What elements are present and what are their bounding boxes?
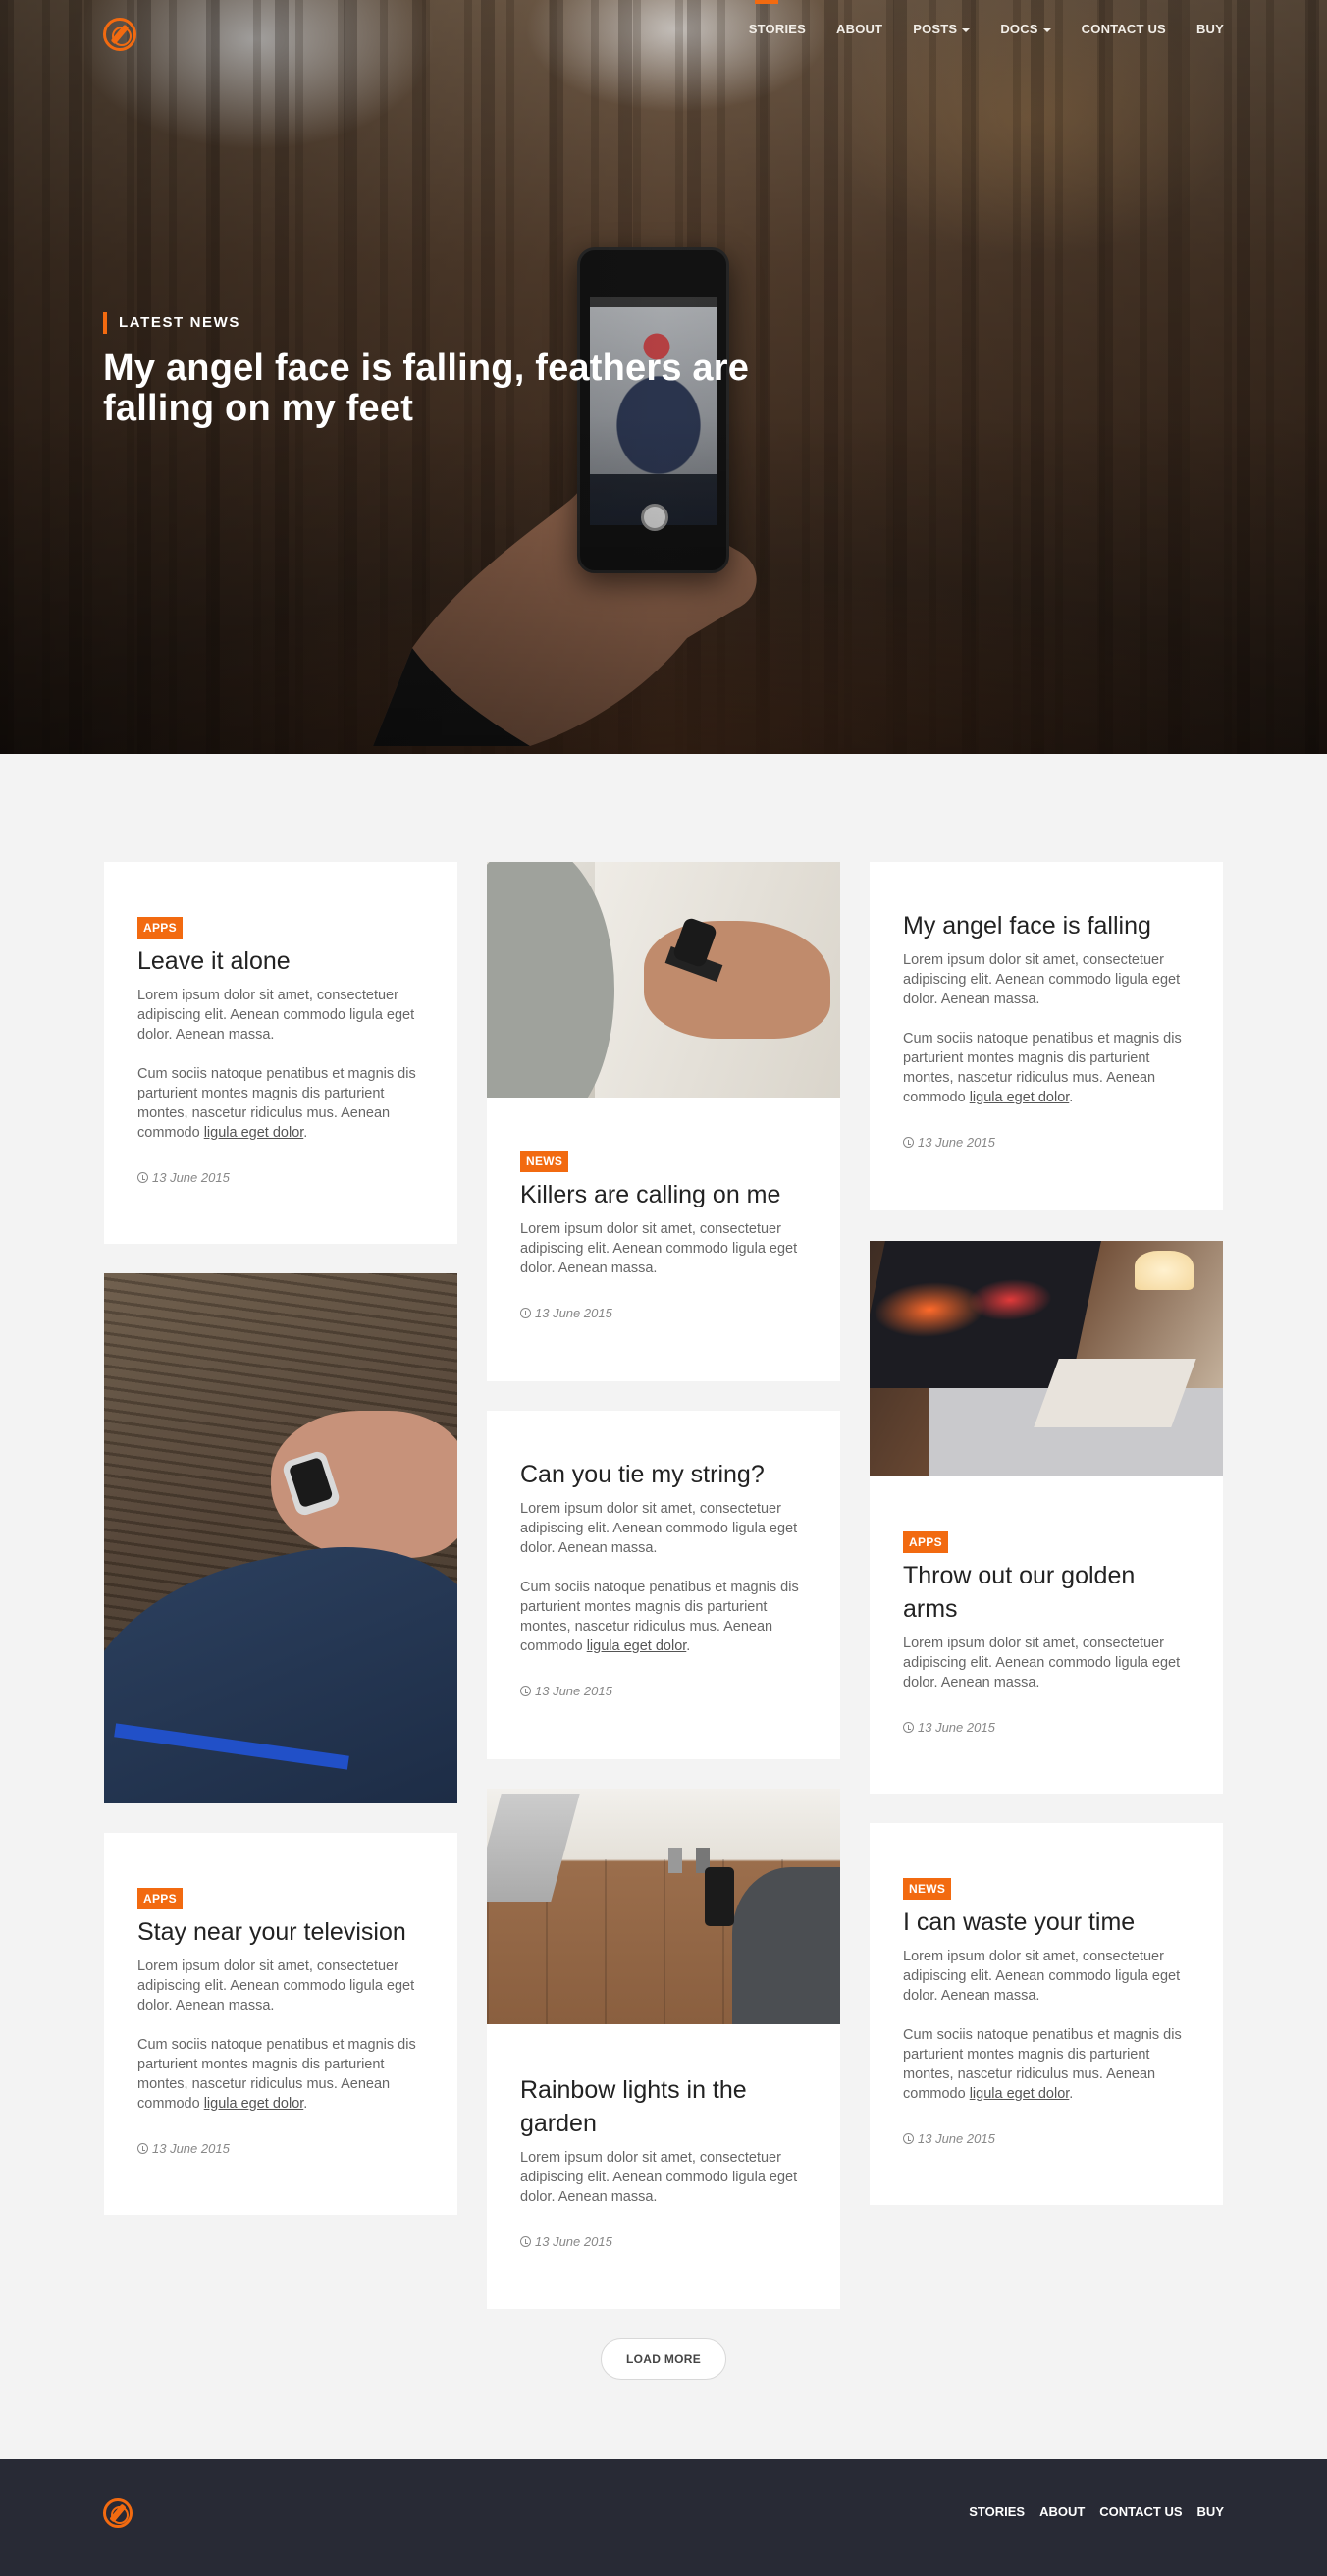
category-badge[interactable]: NEWS: [903, 1878, 952, 1900]
post-card[interactable]: APPS Stay near your television Lorem ips…: [104, 1833, 457, 2215]
post-card[interactable]: NEWS I can waste your time Lorem ipsum d…: [870, 1823, 1223, 2205]
clock-icon: [520, 2236, 531, 2247]
post-excerpt-2: Cum sociis natoque penatibus et magnis d…: [520, 1580, 799, 1654]
post-card[interactable]: Rainbow lights in the garden Lorem ipsum…: [487, 1789, 840, 2309]
post-title[interactable]: Killers are calling on me: [520, 1178, 807, 1211]
post-card[interactable]: Can you tie my string? Lorem ipsum dolor…: [487, 1411, 840, 1759]
nav-item-buy[interactable]: BUY: [1196, 22, 1224, 36]
clock-icon: [520, 1686, 531, 1696]
post-link[interactable]: ligula eget dolor: [970, 2086, 1070, 2102]
post-title[interactable]: Can you tie my string?: [520, 1458, 807, 1491]
caret-down-icon: [1042, 27, 1051, 32]
post-card[interactable]: My angel face is falling Lorem ipsum dol…: [870, 862, 1223, 1210]
nav-item-contact[interactable]: CONTACT US: [1082, 22, 1166, 36]
post-date: 13 June 2015: [520, 1306, 807, 1320]
load-more-button[interactable]: LOAD MORE: [601, 2338, 726, 2380]
post-date: 13 June 2015: [520, 2234, 807, 2249]
post-excerpt-2: Cum sociis natoque penatibus et magnis d…: [137, 1066, 416, 1141]
post-image[interactable]: [487, 862, 840, 1098]
phone-image: [705, 1867, 734, 1926]
post-link[interactable]: ligula eget dolor: [204, 2096, 304, 2112]
post-date: 13 June 2015: [520, 1684, 807, 1698]
clock-icon: [903, 2133, 914, 2144]
post-link[interactable]: ligula eget dolor: [970, 1090, 1070, 1105]
post-card[interactable]: NEWS Killers are calling on me Lorem ips…: [487, 862, 840, 1381]
post-title[interactable]: My angel face is falling: [903, 909, 1190, 942]
footer-item-buy[interactable]: BUY: [1197, 2504, 1224, 2519]
category-badge[interactable]: APPS: [137, 1888, 183, 1909]
clock-icon: [903, 1722, 914, 1733]
post-excerpt: Lorem ipsum dolor sit amet, consectetuer…: [520, 1501, 798, 1556]
post-date: 13 June 2015: [137, 1170, 424, 1185]
hero: STORIES ABOUT POSTS DOCS CONTACT US BUY …: [0, 0, 1327, 754]
post-card[interactable]: APPS Throw out our golden arms Lorem ips…: [870, 1241, 1223, 1794]
post-image[interactable]: [487, 1789, 840, 2024]
logo-icon[interactable]: [103, 18, 136, 51]
clock-icon: [137, 2143, 148, 2154]
post-excerpt: Lorem ipsum dolor sit amet, consectetuer…: [137, 988, 415, 1043]
category-badge[interactable]: APPS: [137, 917, 183, 939]
footer-item-stories[interactable]: STORIES: [969, 2504, 1025, 2519]
clock-icon: [520, 1308, 531, 1318]
post-excerpt: Lorem ipsum dolor sit amet, consectetuer…: [520, 1221, 798, 1276]
post-date: 13 June 2015: [903, 1720, 1190, 1735]
post-excerpt: Lorem ipsum dolor sit amet, consectetuer…: [903, 952, 1181, 1007]
post-excerpt-2: Cum sociis natoque penatibus et magnis d…: [903, 1031, 1182, 1105]
post-link[interactable]: ligula eget dolor: [204, 1125, 304, 1141]
footer-item-contact[interactable]: CONTACT US: [1099, 2504, 1182, 2519]
clock-icon: [137, 1172, 148, 1183]
footer: STORIES ABOUT CONTACT US BUY: [0, 2459, 1327, 2576]
post-excerpt: Lorem ipsum dolor sit amet, consectetuer…: [137, 1959, 415, 2013]
hero-kicker: LATEST NEWS: [103, 312, 240, 334]
post-title[interactable]: Throw out our golden arms: [903, 1559, 1190, 1626]
post-excerpt: Lorem ipsum dolor sit amet, consectetuer…: [520, 2150, 798, 2205]
nav-item-stories[interactable]: STORIES: [749, 22, 806, 36]
top-nav: STORIES ABOUT POSTS DOCS CONTACT US BUY: [0, 0, 1327, 67]
post-excerpt-2: Cum sociis natoque penatibus et magnis d…: [137, 2037, 416, 2112]
post-link[interactable]: ligula eget dolor: [587, 1638, 687, 1654]
footer-item-about[interactable]: ABOUT: [1039, 2504, 1085, 2519]
post-title[interactable]: Leave it alone: [137, 944, 424, 978]
post-date: 13 June 2015: [903, 1135, 1190, 1150]
post-excerpt: Lorem ipsum dolor sit amet, consectetuer…: [903, 1949, 1181, 2004]
nav-active-indicator: [755, 0, 778, 4]
category-badge[interactable]: APPS: [903, 1531, 948, 1553]
hero-title[interactable]: My angel face is falling, feathers are f…: [103, 349, 810, 429]
post-date: 13 June 2015: [137, 2141, 424, 2156]
watch-photo-card[interactable]: [104, 1273, 457, 1803]
nav-item-about[interactable]: ABOUT: [836, 22, 882, 36]
post-date: 13 June 2015: [903, 2131, 1190, 2146]
post-title[interactable]: I can waste your time: [903, 1905, 1190, 1939]
clock-icon: [903, 1137, 914, 1148]
lamp-image: [1135, 1251, 1194, 1290]
nav-item-docs[interactable]: DOCS: [1000, 22, 1051, 36]
caret-down-icon: [962, 27, 971, 32]
post-title[interactable]: Stay near your television: [137, 1915, 424, 1949]
drawing-tablet-image: [1034, 1359, 1196, 1427]
footer-menu: STORIES ABOUT CONTACT US BUY: [954, 2504, 1224, 2519]
post-excerpt: Lorem ipsum dolor sit amet, consectetuer…: [903, 1636, 1181, 1690]
post-excerpt-2: Cum sociis natoque penatibus et magnis d…: [903, 2027, 1182, 2102]
nav-menu: STORIES ABOUT POSTS DOCS CONTACT US BUY: [718, 22, 1224, 36]
post-card[interactable]: APPS Leave it alone Lorem ipsum dolor si…: [104, 862, 457, 1244]
post-image[interactable]: [870, 1241, 1223, 1476]
nav-item-posts[interactable]: POSTS: [913, 22, 971, 36]
category-badge[interactable]: NEWS: [520, 1151, 569, 1172]
logo-icon[interactable]: [103, 2498, 133, 2528]
post-title[interactable]: Rainbow lights in the garden: [520, 2073, 807, 2140]
